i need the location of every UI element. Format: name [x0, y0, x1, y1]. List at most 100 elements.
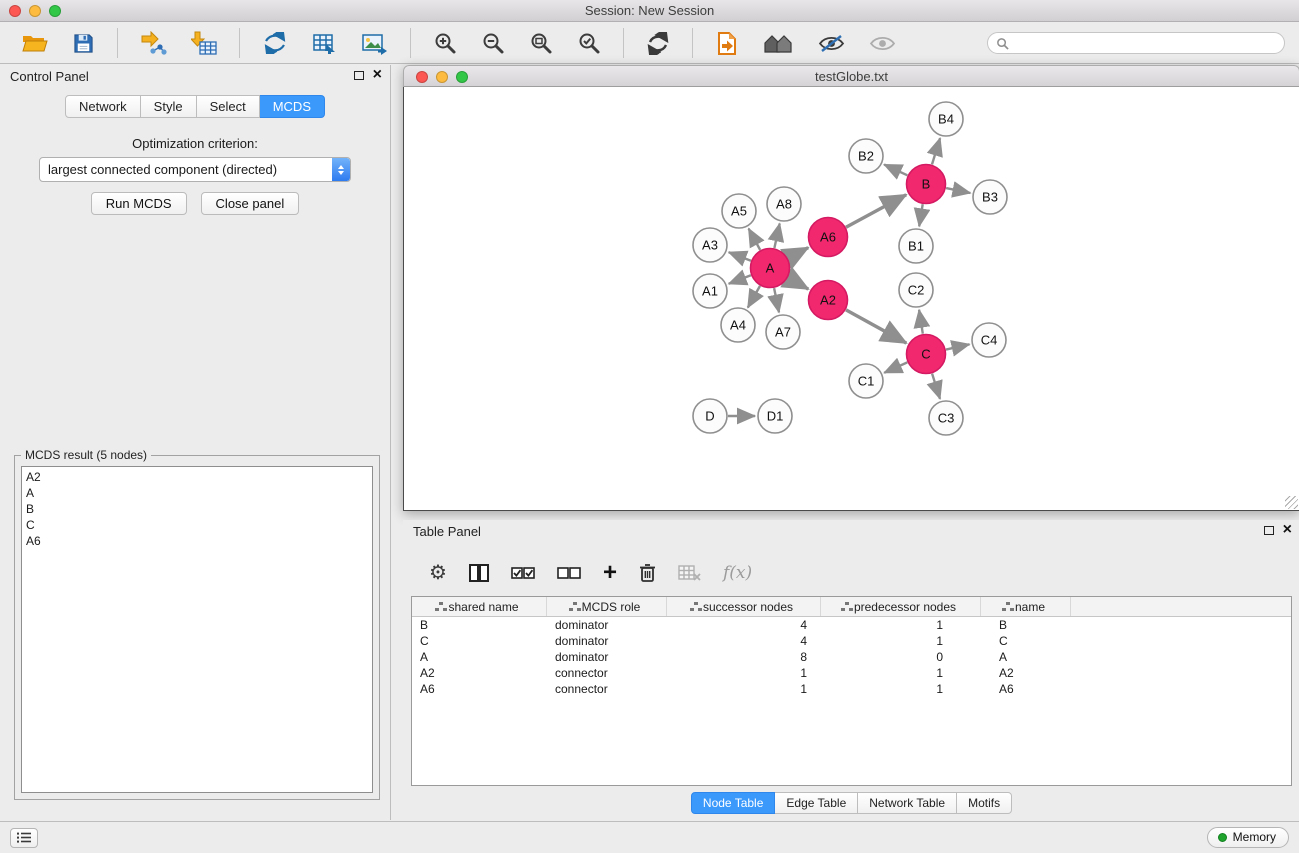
graph-edge-A6-B[interactable] — [846, 195, 906, 228]
list-item[interactable]: B — [22, 501, 372, 517]
graph-node-B[interactable] — [907, 165, 946, 204]
refresh-view-button[interactable] — [642, 30, 674, 57]
function-builder-icon[interactable]: f(x) — [723, 563, 752, 583]
graph-edge-C-C2[interactable] — [919, 310, 923, 334]
close-network-window-button[interactable] — [416, 71, 428, 83]
graph-node-C2[interactable] — [899, 273, 933, 307]
minimize-network-window-button[interactable] — [436, 71, 448, 83]
column-header[interactable]: shared name — [412, 597, 547, 616]
run-mcds-button[interactable]: Run MCDS — [91, 192, 187, 215]
export-table-button[interactable] — [308, 30, 341, 57]
graph-node-A1[interactable] — [693, 274, 727, 308]
criterion-dropdown[interactable]: largest connected component (directed) — [39, 157, 351, 182]
table-row[interactable]: Adominator80A — [412, 649, 1291, 665]
graph-edge-C-C3[interactable] — [932, 374, 940, 399]
graph-node-C1[interactable] — [849, 364, 883, 398]
float-panel-icon[interactable] — [354, 71, 364, 80]
network-canvas[interactable]: B4B2BB3A8A5A6A3B1AC2A1A2A4A7C4CC1DD1C3 — [403, 87, 1299, 511]
graph-node-D1[interactable] — [758, 399, 792, 433]
list-item[interactable]: A6 — [22, 533, 372, 549]
zoom-network-window-button[interactable] — [456, 71, 468, 83]
table-settings-gear-icon[interactable]: ⚙ — [429, 563, 447, 583]
graph-edge-C-C1[interactable] — [884, 362, 907, 372]
tab-edge-table[interactable]: Edge Table — [775, 792, 858, 814]
window-controls[interactable] — [9, 5, 61, 17]
zoom-window-button[interactable] — [49, 5, 61, 17]
graph-edge-A-A2[interactable] — [788, 278, 808, 289]
memory-button[interactable]: Memory — [1207, 827, 1289, 848]
graph-node-A5[interactable] — [722, 194, 756, 228]
delete-column-icon[interactable] — [639, 563, 656, 583]
close-panel-icon[interactable]: × — [373, 69, 382, 81]
search-input[interactable] — [1013, 36, 1276, 50]
graph-node-A2[interactable] — [809, 281, 848, 320]
table-row[interactable]: Bdominator41B — [412, 617, 1291, 633]
tab-node-table[interactable]: Node Table — [691, 792, 776, 814]
graph-node-C4[interactable] — [972, 323, 1006, 357]
delete-table-icon[interactable] — [678, 565, 701, 581]
show-network-overview-button[interactable] — [759, 30, 798, 56]
table-row[interactable]: A2connector11A2 — [412, 665, 1291, 681]
graph-edge-A-A5[interactable] — [749, 229, 761, 250]
tab-mcds[interactable]: MCDS — [260, 95, 325, 118]
table-row[interactable]: A6connector11A6 — [412, 681, 1291, 697]
close-panel-button[interactable]: Close panel — [201, 192, 300, 215]
network-window-titlebar[interactable]: testGlobe.txt — [403, 65, 1299, 87]
open-session-button[interactable] — [18, 30, 52, 56]
export-image-button[interactable] — [357, 30, 392, 57]
show-columns-icon[interactable] — [469, 564, 489, 582]
float-table-panel-icon[interactable] — [1264, 526, 1274, 535]
dropdown-stepper-icon[interactable] — [332, 158, 350, 181]
close-table-panel-icon[interactable]: × — [1283, 524, 1292, 536]
tab-style[interactable]: Style — [141, 95, 197, 118]
graph-edge-B-B1[interactable] — [919, 204, 923, 226]
graph-node-A6[interactable] — [809, 218, 848, 257]
graph-node-A4[interactable] — [721, 308, 755, 342]
zoom-out-button[interactable] — [477, 29, 509, 57]
window-resize-handle[interactable] — [1285, 496, 1298, 509]
tab-motifs[interactable]: Motifs — [957, 792, 1012, 814]
graph-edge-A-A3[interactable] — [729, 252, 751, 261]
table-row[interactable]: Cdominator41C — [412, 633, 1291, 649]
graph-edge-B-B3[interactable] — [946, 188, 970, 193]
add-column-icon[interactable]: + — [603, 563, 617, 583]
graph-node-A[interactable] — [751, 249, 790, 288]
search-field[interactable] — [987, 32, 1285, 54]
graph-edge-A-A1[interactable] — [729, 275, 751, 284]
show-graphics-details-button[interactable] — [865, 32, 900, 55]
list-item[interactable]: C — [22, 517, 372, 533]
zoom-in-button[interactable] — [429, 29, 461, 57]
column-header[interactable]: successor nodes — [667, 597, 821, 616]
deselect-all-icon[interactable] — [557, 567, 581, 579]
import-table-button[interactable] — [187, 29, 221, 57]
graph-edge-A2-C[interactable] — [846, 310, 906, 343]
graph-edge-A-A8[interactable] — [774, 224, 779, 249]
graph-node-B3[interactable] — [973, 180, 1007, 214]
zoom-selected-button[interactable] — [573, 29, 605, 57]
graph-node-D[interactable] — [693, 399, 727, 433]
graph-edge-C-C4[interactable] — [946, 344, 970, 349]
graph-edge-A-A4[interactable] — [748, 286, 760, 308]
close-window-button[interactable] — [9, 5, 21, 17]
graph-edge-A-A6[interactable] — [788, 248, 808, 259]
graph-node-B1[interactable] — [899, 229, 933, 263]
select-all-icon[interactable] — [511, 567, 535, 579]
minimize-window-button[interactable] — [29, 5, 41, 17]
list-item[interactable]: A — [22, 485, 372, 501]
column-header[interactable]: MCDS role — [547, 597, 667, 616]
graph-node-C[interactable] — [907, 335, 946, 374]
column-header[interactable]: name — [981, 597, 1071, 616]
list-item[interactable]: A2 — [22, 469, 372, 485]
graph-node-B2[interactable] — [849, 139, 883, 173]
graph-node-B4[interactable] — [929, 102, 963, 136]
mcds-result-list[interactable]: A2ABCA6 — [21, 466, 373, 793]
zoom-fit-button[interactable] — [525, 29, 557, 57]
graph-node-A7[interactable] — [766, 315, 800, 349]
graph-node-A3[interactable] — [693, 228, 727, 262]
graph-edge-B-B2[interactable] — [884, 165, 907, 176]
graph-edge-A-A7[interactable] — [774, 288, 779, 312]
tab-network-table[interactable]: Network Table — [858, 792, 957, 814]
save-session-button[interactable] — [68, 30, 99, 57]
graph-edge-B-B4[interactable] — [932, 138, 940, 164]
tab-network[interactable]: Network — [65, 95, 141, 118]
